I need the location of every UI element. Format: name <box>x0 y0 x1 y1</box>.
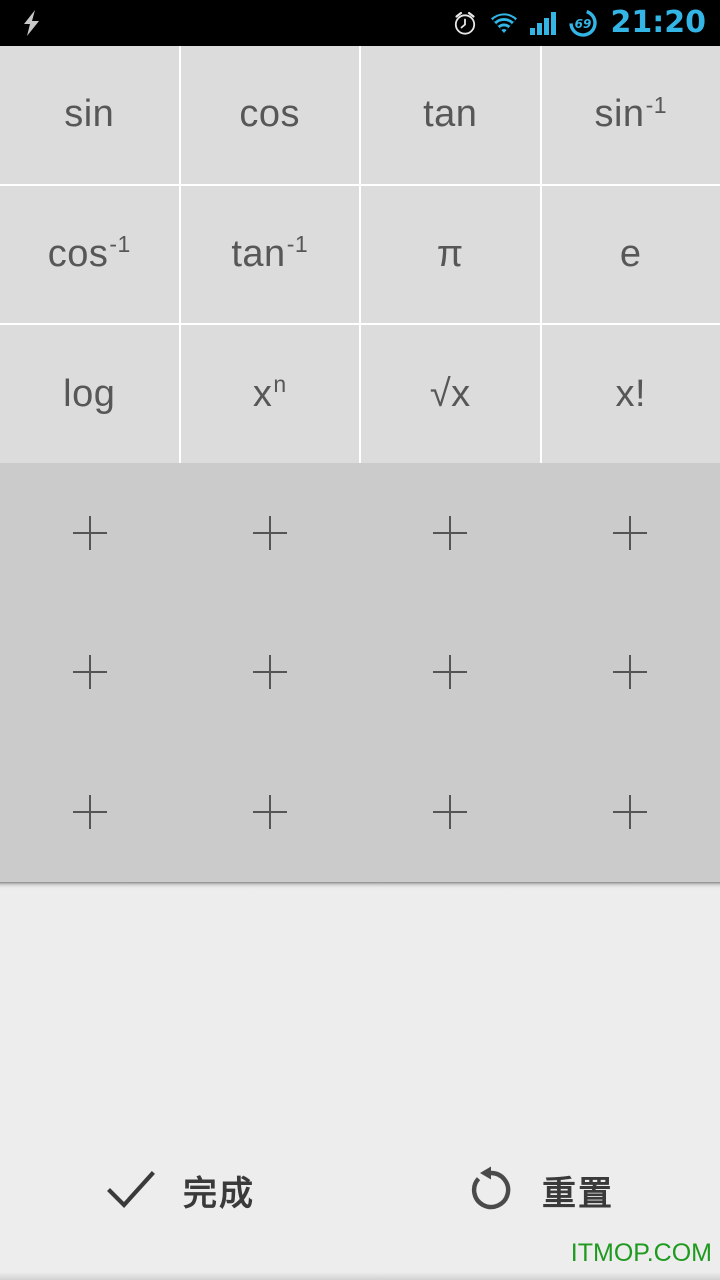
add-icon <box>433 795 467 830</box>
add-icon <box>613 515 647 550</box>
checkmark-icon <box>107 1171 155 1209</box>
key-label: π <box>436 232 464 275</box>
add-icon <box>613 655 647 690</box>
key-e[interactable]: e <box>541 185 720 324</box>
key-pi[interactable]: π <box>361 185 540 324</box>
key-cos-inverse[interactable]: cos -1 <box>0 185 179 324</box>
key-tan[interactable]: tan <box>361 46 540 184</box>
add-icon <box>73 795 107 830</box>
empty-slot-11[interactable] <box>360 742 540 882</box>
battery-circle-icon: 69 <box>568 9 597 37</box>
key-tan-inverse[interactable]: tan -1 <box>180 185 359 324</box>
key-label: cos <box>239 93 301 136</box>
lightning-bolt-icon <box>24 10 39 36</box>
bottom-action-bar: 完成 重置 <box>0 1140 720 1240</box>
key-label: sin <box>64 93 115 136</box>
done-label: 完成 <box>183 1173 255 1214</box>
key-label: sin <box>594 93 645 136</box>
add-icon <box>253 515 287 550</box>
key-label: log <box>63 372 116 415</box>
bottom-edge-fade <box>0 1272 720 1280</box>
add-icon <box>613 795 647 830</box>
empty-slot-7[interactable] <box>360 603 540 743</box>
key-power[interactable]: xn <box>180 325 359 463</box>
key-label: tan <box>231 232 286 275</box>
assigned-key-grid: sin cos tan sin -1 cos -1 tan -1 π e log xn… <box>0 46 720 463</box>
add-icon <box>253 795 287 830</box>
site-watermark: ITMOP.COM <box>570 1239 712 1267</box>
status-bar-left <box>0 9 44 37</box>
add-icon <box>433 655 467 690</box>
rotate-ccw-icon <box>471 1166 511 1210</box>
cellular-signal-icon <box>529 12 556 35</box>
app-screen: 69 21:20 sin cos tan sin -1 cos -1 tan -1 π… <box>0 0 720 1280</box>
empty-slot-8[interactable] <box>540 603 720 743</box>
battery-level-text: 69 <box>574 17 591 31</box>
reset-label: 重置 <box>542 1173 614 1214</box>
key-label: e <box>619 232 642 275</box>
empty-slot-6[interactable] <box>180 603 360 743</box>
key-label: cos <box>47 232 109 275</box>
wifi-icon <box>490 13 517 33</box>
panel-divider-shadow <box>0 882 720 889</box>
empty-slot-9[interactable] <box>0 742 180 882</box>
status-bar: 69 21:20 <box>0 0 720 46</box>
add-icon <box>73 655 107 690</box>
key-label: x <box>252 372 273 415</box>
empty-slot-10[interactable] <box>180 742 360 882</box>
add-icon <box>253 655 287 690</box>
key-label: tan <box>423 93 478 136</box>
key-log[interactable]: log <box>0 325 179 463</box>
alarm-clock-icon <box>454 11 475 35</box>
status-bar-right: 69 21:20 <box>451 4 720 40</box>
empty-slot-5[interactable] <box>0 603 180 743</box>
empty-slot-3[interactable] <box>360 463 540 603</box>
reset-button[interactable]: 重置 <box>360 1140 720 1240</box>
status-bar-clock: 21:20 <box>610 4 707 40</box>
empty-slot-1[interactable] <box>0 463 180 603</box>
key-label: x! <box>615 372 647 415</box>
key-cos[interactable]: cos <box>180 46 359 184</box>
add-icon <box>433 515 467 550</box>
key-label: √x <box>429 372 471 415</box>
empty-slot-2[interactable] <box>180 463 360 603</box>
done-button[interactable]: 完成 <box>0 1140 360 1240</box>
empty-slot-area <box>0 463 720 882</box>
key-sin-inverse[interactable]: sin -1 <box>541 46 720 184</box>
empty-slot-4[interactable] <box>540 463 720 603</box>
empty-slot-12[interactable] <box>540 742 720 882</box>
key-sin[interactable]: sin <box>0 46 179 184</box>
key-factorial[interactable]: x! <box>541 325 720 463</box>
add-icon <box>73 515 107 550</box>
key-square-root[interactable]: √x <box>361 325 540 463</box>
